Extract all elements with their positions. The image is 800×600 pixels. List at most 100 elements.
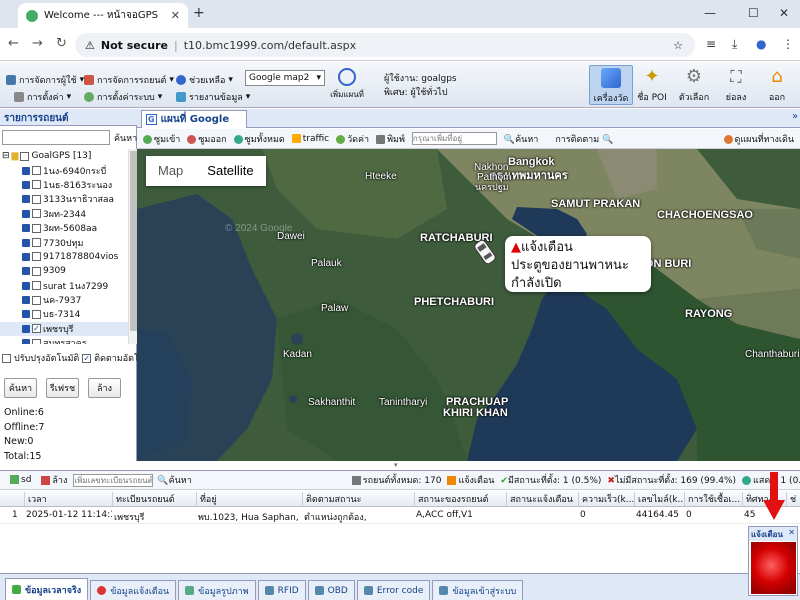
browser-tab[interactable]: Welcome --- หน้าจอGPS ✕ <box>18 3 188 28</box>
route-map-tool[interactable]: ดูแผนที่ทางเดิน <box>723 132 794 146</box>
col-speed[interactable]: ความเร็ว(k... <box>578 492 634 506</box>
add-map-button[interactable]: เพิ่มแผนที่ <box>327 68 367 101</box>
address-search-button[interactable]: 🔍ค้นหา <box>504 132 538 146</box>
vehicle-item[interactable]: surat 1นง7299 <box>0 279 128 293</box>
vehicle-checkbox[interactable] <box>32 238 41 248</box>
tree-scrollbar[interactable] <box>128 149 137 344</box>
tab-images[interactable]: ข้อมูลรูปภาพ <box>178 580 256 600</box>
measure-tool-button[interactable]: เครื่องวัด <box>589 65 633 105</box>
menu-help[interactable]: ช่วยเหลือ ▾ <box>176 73 233 87</box>
vehicle-checkbox[interactable] <box>32 252 41 262</box>
col-time[interactable]: เวลา <box>24 492 112 506</box>
tab-realtime[interactable]: ข้อมูลเวลาจริง <box>5 578 89 600</box>
vehicle-search-button[interactable]: ค้นหา <box>114 131 137 145</box>
col-address[interactable]: ที่อยู่ <box>196 492 302 506</box>
vehicle-checkbox[interactable] <box>32 295 41 305</box>
vehicle-item[interactable]: 9171878804vios <box>0 250 128 264</box>
map-type-satellite[interactable]: Satellite <box>195 156 265 186</box>
maximize-icon[interactable]: ☐ <box>748 6 759 20</box>
tab-obd[interactable]: OBD <box>307 580 355 600</box>
plate-filter-input[interactable] <box>73 473 154 487</box>
vehicle-checkbox[interactable] <box>32 166 41 176</box>
with-location-filter[interactable]: ✔มีสถานะที่ตั้ง: 1 (0.5%) <box>500 473 601 487</box>
vehicle-marker-icon[interactable] <box>470 237 500 267</box>
options-button[interactable]: ⚙ ตัวเลือก <box>672 65 716 105</box>
vehicle-item[interactable]: 1นง-6940กระบี่ <box>0 163 128 177</box>
map-type-map[interactable]: Map <box>146 156 195 186</box>
sd-button[interactable]: sd <box>10 475 31 485</box>
menu-system-settings[interactable]: การตั้งค่าระบบ ▾ <box>84 90 162 104</box>
search-button[interactable]: ค้นหา <box>4 378 37 398</box>
vehicle-item[interactable]: ✓ เพชรบุรี <box>0 321 128 337</box>
alert-light-window[interactable]: แจ้งเตือน ✕ <box>748 526 798 596</box>
url-bar[interactable]: ⚠ Not secure | t10.bmc1999.com/default.a… <box>75 33 695 57</box>
new-tab-icon[interactable]: + <box>193 5 205 21</box>
vehicle-checkbox[interactable] <box>32 180 41 190</box>
tab-login-info[interactable]: ข้อมูลเข้าสู่ระบบ <box>432 580 524 600</box>
auto-track-checkbox[interactable]: ✓ <box>82 353 92 363</box>
forward-icon[interactable]: → <box>32 36 43 51</box>
grid-clear-button[interactable]: ล้าง <box>41 473 67 487</box>
menu-reports[interactable]: รายงานข้อมูล ▾ <box>176 90 250 104</box>
menu-settings[interactable]: การตั้งค่า ▾ <box>14 90 71 104</box>
col-mileage[interactable]: เลขไมล์(k... <box>634 492 684 506</box>
col-extra[interactable]: ช่ <box>786 492 800 506</box>
tab-rfid[interactable]: RFID <box>257 580 306 600</box>
col-plate[interactable]: ทะเบียนรถยนต์ <box>112 492 196 506</box>
vehicle-checkbox[interactable] <box>32 194 41 204</box>
grid-search-button[interactable]: 🔍ค้นหา <box>157 473 191 487</box>
follow-tool[interactable]: การติดตาม 🔍 <box>555 132 613 146</box>
auto-adjust-checkbox[interactable] <box>2 353 11 363</box>
col-fuel[interactable]: การใช้เชื้อเ... <box>684 492 742 506</box>
download-icon[interactable]: ⤓ <box>732 37 737 52</box>
close-tab-icon[interactable]: ✕ <box>171 9 180 22</box>
vehicle-item[interactable]: 7730ปทุม <box>0 235 128 249</box>
measure-tool[interactable]: วัดค่า <box>336 132 369 146</box>
alerts-filter[interactable]: แจ้งเตือน <box>447 473 494 487</box>
reload-icon[interactable]: ↻ <box>56 36 67 51</box>
vehicle-checkbox[interactable] <box>32 266 41 276</box>
vehicle-item[interactable]: 3ผท-5608aa <box>0 221 128 235</box>
refresh-button[interactable]: รีเฟรช <box>46 378 79 398</box>
vehicle-checkbox[interactable] <box>32 338 41 344</box>
menu-user-management[interactable]: การจัดการผู้ใช้ ▾ <box>6 73 84 87</box>
star-icon[interactable]: ☆ <box>673 39 683 52</box>
tab-google-map[interactable]: G แผนที่ Google <box>141 110 247 128</box>
vehicle-item[interactable]: 3ผท-2344 <box>0 207 128 221</box>
vehicle-search-input[interactable] <box>2 130 110 145</box>
without-location-filter[interactable]: ✖ไม่มีสถานะที่ตั้ง: 169 (99.4%) <box>607 473 736 487</box>
vehicle-item[interactable]: 9309 <box>0 264 128 278</box>
zoom-in-tool[interactable]: ซูมเข้า <box>143 132 180 146</box>
logout-button[interactable]: ⌂ ออก <box>755 65 799 105</box>
poi-name-button[interactable]: ✦ ชื่อ POI <box>630 65 674 105</box>
vehicle-item[interactable]: บธ-7314 <box>0 307 128 321</box>
vehicle-item[interactable]: สมุทรสาคร <box>0 336 128 344</box>
vehicle-item[interactable]: 1นธ-8163ระนอง <box>0 178 128 192</box>
expand-icon[interactable]: ⊟ <box>2 151 10 161</box>
print-tool[interactable]: พิมพ์ <box>376 132 405 146</box>
vehicle-checkbox[interactable]: ✓ <box>32 324 41 334</box>
vehicle-checkbox[interactable] <box>32 281 41 291</box>
vehicle-checkbox[interactable] <box>32 223 41 233</box>
back-icon[interactable]: ← <box>8 36 19 51</box>
collapse-button[interactable]: ⛶ ย่อลง <box>714 65 758 105</box>
collapse-panel-icon[interactable]: » <box>792 111 798 122</box>
tab-alerts[interactable]: ข้อมูลแจ้งเตือน <box>90 580 177 600</box>
traffic-tool[interactable]: traffic <box>291 133 329 144</box>
vehicle-checkbox[interactable] <box>32 209 41 219</box>
group-checkbox[interactable] <box>20 151 30 161</box>
minimize-icon[interactable]: — <box>704 6 716 20</box>
splitter-handle[interactable]: ▾ <box>394 461 398 469</box>
vehicle-item[interactable]: นค-7937 <box>0 293 128 307</box>
tab-error-code[interactable]: Error code <box>356 580 431 600</box>
address-input[interactable] <box>411 132 497 145</box>
menu-icon[interactable]: ⋮ <box>782 37 794 51</box>
clear-button[interactable]: ล้าง <box>88 378 121 398</box>
menu-vehicle-management[interactable]: การจัดการรถยนต์ ▾ <box>84 73 174 87</box>
table-row[interactable]: 1 2025-01-12 11:14:33 เพชรบุรี พบ.1023, … <box>0 508 800 524</box>
col-alert-status[interactable]: สถานะแจ้งเตือน <box>506 492 578 506</box>
tree-group[interactable]: ⊟ ▆ GoalGPS [13] <box>0 149 128 163</box>
profile-icon[interactable]: ● <box>756 37 766 51</box>
vehicle-item[interactable]: 3133นราธิวาสaa <box>0 192 128 206</box>
col-vehicle-status[interactable]: สถานะของรถยนต์ <box>414 492 506 506</box>
